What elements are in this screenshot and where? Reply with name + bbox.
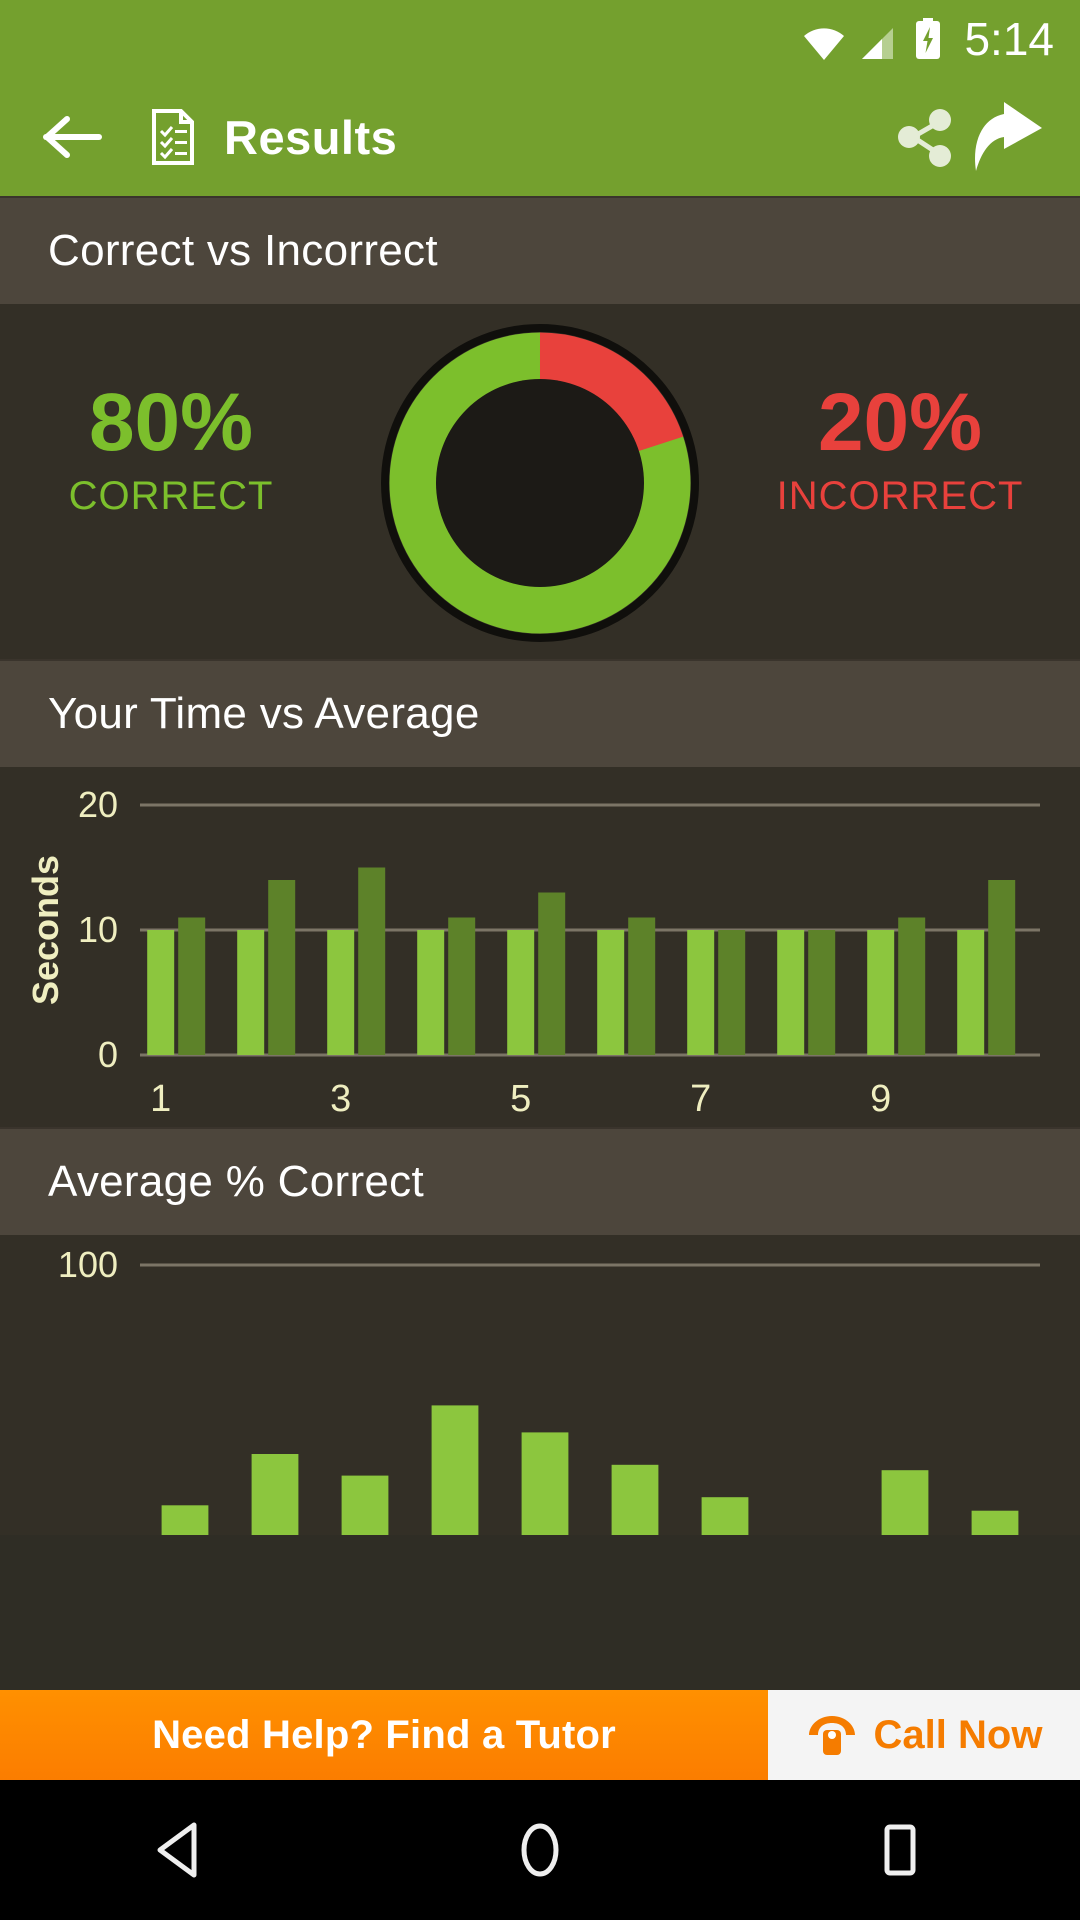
bar-your-time: [957, 930, 985, 1055]
nav-home-button[interactable]: [465, 1780, 615, 1920]
bar-average-percent: [161, 1505, 209, 1535]
bar-your-time: [147, 930, 175, 1055]
bar-average-percent: [611, 1464, 659, 1535]
correct-percent: 80%: [88, 377, 254, 468]
bar-your-time: [867, 930, 895, 1055]
back-button[interactable]: [40, 104, 106, 170]
bar-average: [268, 880, 296, 1055]
bar-your-time: [597, 930, 625, 1055]
bar-average: [808, 930, 836, 1055]
bar-average-percent: [881, 1470, 929, 1535]
bar-average-percent: [971, 1510, 1019, 1535]
share-button[interactable]: [882, 95, 966, 179]
forward-button[interactable]: [966, 95, 1050, 179]
forward-arrow-icon: [975, 102, 1042, 171]
back-arrow-icon: [43, 116, 102, 158]
section-header-correct-vs-incorrect: Correct vs Incorrect: [0, 196, 1080, 304]
checklist-document-icon: [152, 109, 194, 165]
ad-banner[interactable]: Need Help? Find a Tutor Call Now: [0, 1690, 1080, 1780]
bar-average: [718, 930, 746, 1055]
section-header-time-vs-average: Your Time vs Average: [0, 659, 1080, 767]
nav-back-triangle-icon: [157, 1822, 197, 1878]
x-tick-label: 9: [870, 1078, 891, 1120]
y-tick-label: 0: [98, 1034, 118, 1075]
bar-average: [178, 917, 206, 1055]
bar-your-time: [507, 930, 535, 1055]
title-icon-wrap: [148, 108, 198, 166]
time-vs-average-chart: 0 10 20 Seconds 1 3 5 7 9: [0, 767, 1080, 1127]
nav-back-button[interactable]: [105, 1780, 255, 1920]
y-tick-label: 10: [78, 909, 118, 950]
bar-average-percent: [251, 1454, 299, 1535]
nav-recents-square-icon: [884, 1824, 916, 1876]
system-nav-bar: [0, 1780, 1080, 1920]
ad-headline-area[interactable]: Need Help? Find a Tutor: [0, 1690, 768, 1780]
donut-panel: 80% CORRECT 20% INCORRECT: [0, 304, 1080, 659]
average-percent-correct-chart: 100: [0, 1235, 1080, 1535]
section-title: Average % Correct: [48, 1157, 425, 1206]
bar-your-time: [237, 930, 265, 1055]
status-clock: 5:14: [964, 13, 1054, 65]
section-title: Your Time vs Average: [48, 689, 480, 738]
incorrect-stat: 20% INCORRECT: [750, 377, 1050, 519]
bar-average-percent: [431, 1405, 479, 1535]
signal-icon: [862, 28, 894, 59]
bar-average: [898, 917, 926, 1055]
status-icons: [802, 18, 942, 60]
bar-your-time: [687, 930, 715, 1055]
bar-average: [448, 917, 476, 1055]
bar-average-percent: [341, 1475, 389, 1535]
section-header-average-correct: Average % Correct: [0, 1127, 1080, 1235]
correct-stat: 80% CORRECT: [38, 377, 304, 519]
time-chart-svg: 0 10 20 Seconds 1 3 5 7 9: [25, 784, 1040, 1120]
call-now-label: Call Now: [873, 1712, 1043, 1757]
telephone-icon: [808, 1716, 855, 1755]
app-bar: Results: [0, 78, 1080, 196]
y-tick-label: 20: [78, 784, 118, 825]
bar-average-percent: [701, 1497, 749, 1535]
donut-chart: [375, 318, 705, 648]
nav-home-circle-icon: [521, 1823, 559, 1877]
bar-average-percent: [521, 1432, 569, 1535]
x-tick-label: 7: [690, 1078, 711, 1120]
share-icon: [898, 109, 951, 167]
bar-your-time: [777, 930, 805, 1055]
wifi-icon: [804, 28, 845, 60]
bar-average: [358, 867, 386, 1055]
incorrect-label: INCORRECT: [776, 473, 1024, 518]
bar-your-time: [417, 930, 445, 1055]
x-tick-label: 5: [510, 1078, 531, 1120]
donut-svg: [381, 324, 699, 642]
incorrect-percent: 20%: [817, 377, 983, 468]
x-tick-label: 3: [330, 1078, 351, 1120]
call-now-button[interactable]: Call Now: [768, 1690, 1080, 1780]
ad-headline: Need Help? Find a Tutor: [152, 1712, 616, 1757]
status-bar: 5:14: [0, 0, 1080, 78]
bar-average: [538, 892, 566, 1055]
x-tick-label: 1: [150, 1078, 171, 1120]
y-tick-label: 100: [58, 1244, 118, 1285]
pct-chart-svg: 100: [58, 1244, 1040, 1535]
section-title: Correct vs Incorrect: [48, 226, 438, 275]
bar-average: [628, 917, 656, 1055]
battery-charging-icon: [916, 18, 941, 59]
y-axis-title: Seconds: [25, 855, 66, 1005]
nav-recents-button[interactable]: [825, 1780, 975, 1920]
page-title: Results: [224, 110, 398, 164]
bar-average: [988, 880, 1016, 1055]
bar-your-time: [327, 930, 355, 1055]
app-screen: 5:14 Results Correct vs Incorrect 80% CO…: [0, 0, 1080, 1920]
correct-label: CORRECT: [68, 473, 274, 518]
